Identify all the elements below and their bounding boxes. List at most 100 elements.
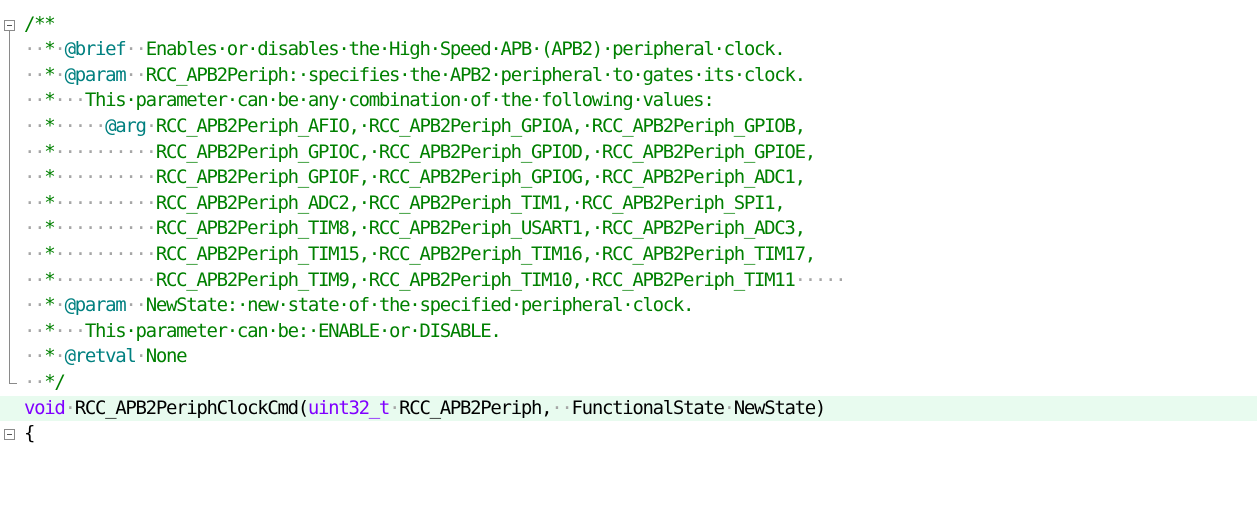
code-token: RCC_APB2Periph_AFIO,·RCC_APB2Periph_GPIO… (155, 115, 806, 137)
whitespace-marker: ·· (24, 294, 46, 317)
fold-gutter (0, 88, 22, 114)
editor-line[interactable]: /** (0, 12, 1257, 38)
code-token: { (24, 422, 35, 445)
whitespace-marker: ·········· (54, 166, 157, 189)
whitespace-marker: ·· (24, 115, 46, 137)
whitespace-marker: · (54, 345, 65, 368)
code-token: */ (44, 371, 66, 393)
code-token: * (44, 166, 55, 189)
code-token: * (44, 243, 55, 265)
whitespace-marker: · (723, 396, 735, 419)
code-token: @brief (64, 38, 127, 61)
whitespace-marker: · (54, 63, 65, 86)
code-token: * (44, 268, 55, 291)
fold-gutter (0, 12, 22, 38)
whitespace-marker: ·· (24, 38, 46, 61)
code-token: RCC_APB2Periph_GPIOC,·RCC_APB2Periph_GPI… (155, 140, 816, 163)
whitespace-marker: · (145, 115, 157, 137)
code-token: * (44, 217, 55, 240)
whitespace-marker: ·· (24, 89, 46, 112)
whitespace-marker: ··· (54, 319, 86, 342)
whitespace-marker: ·········· (54, 268, 157, 291)
code-token: @retval (64, 345, 137, 368)
fold-guide-line (9, 318, 10, 345)
code-token: This·parameter·can·be:·ENABLE·or·DISABLE… (84, 319, 502, 342)
fold-gutter (0, 421, 22, 447)
line-code: ··*··········RCC_APB2Periph_GPIOC,·RCC_A… (24, 140, 816, 166)
editor-line[interactable]: ··*·····@arg·RCC_APB2Periph_AFIO,·RCC_AP… (0, 114, 1257, 140)
editor-line[interactable]: ··*··········RCC_APB2Periph_TIM9,·RCC_AP… (0, 267, 1257, 294)
line-code: ··*/ (24, 370, 66, 396)
whitespace-marker: ····· (794, 268, 847, 291)
fold-gutter (0, 139, 22, 166)
editor-line[interactable]: ··*···This·parameter·can·be·any·combinat… (0, 88, 1257, 114)
line-code: ··*·····@arg·RCC_APB2Periph_AFIO,·RCC_AP… (24, 114, 806, 140)
fold-gutter (0, 62, 22, 89)
code-token: RCC_APB2Periph:·specifies·the·APB2·perip… (145, 63, 806, 86)
code-token: * (44, 89, 55, 112)
editor-line[interactable]: ··*··········RCC_APB2Periph_GPIOC,·RCC_A… (0, 139, 1257, 166)
fold-guide-line (9, 242, 10, 268)
fold-gutter (0, 0, 22, 12)
fold-guide-line (9, 267, 10, 294)
whitespace-marker: ·· (24, 217, 46, 240)
line-code: ··*···This·parameter·can·be·any·combinat… (24, 88, 715, 114)
editor-line[interactable]: ··*/ (0, 370, 1257, 396)
whitespace-marker: ·· (24, 268, 46, 291)
code-editor[interactable]: /** ··*·@brief··Enables·or·disables·the·H… (0, 0, 1257, 507)
editor-line[interactable]: ··*·@param··RCC_APB2Periph:·specifies·th… (0, 62, 1257, 89)
fold-gutter (0, 370, 22, 396)
editor-line[interactable]: { (0, 421, 1257, 447)
line-code: void·RCC_APB2PeriphClockCmd(uint32_t·RCC… (24, 396, 827, 422)
fold-end-marker (9, 370, 17, 384)
whitespace-marker: ····· (54, 115, 106, 137)
whitespace-marker: ·· (24, 191, 46, 214)
line-code: ··*···This·parameter·can·be:·ENABLE·or·D… (24, 319, 502, 345)
fold-guide-line (9, 88, 10, 114)
fold-guide-line (9, 165, 10, 191)
whitespace-marker: ·· (125, 294, 147, 317)
editor-line[interactable]: ··*··········RCC_APB2Periph_GPIOF,·RCC_A… (0, 165, 1257, 191)
editor-line[interactable]: ··*··········RCC_APB2Periph_TIM15,·RCC_A… (0, 242, 1257, 268)
code-token: NewState) (733, 396, 827, 419)
whitespace-marker: · (54, 38, 65, 61)
editor-line[interactable]: ··*···This·parameter·can·be:·ENABLE·or·D… (0, 318, 1257, 345)
line-code: ··*··········RCC_APB2Periph_GPIOF,·RCC_A… (24, 165, 806, 191)
editor-line[interactable]: ··*·@param··NewState:·new·state·of·the·s… (0, 293, 1257, 319)
editor-line[interactable]: void·RCC_APB2PeriphClockCmd(uint32_t·RCC… (0, 395, 1257, 422)
editor-line[interactable]: ··*··········RCC_APB2Periph_ADC2,·RCC_AP… (0, 190, 1257, 217)
fold-gutter (0, 293, 22, 319)
editor-line[interactable]: ··*··········RCC_APB2Periph_TIM8,·RCC_AP… (0, 216, 1257, 242)
code-token: RCC_APB2Periph_ADC2,·RCC_APB2Periph_TIM1… (155, 191, 786, 214)
fold-collapse-icon[interactable] (4, 429, 15, 441)
line-code: { (24, 421, 35, 447)
code-token: uint32_t (307, 396, 390, 419)
editor-line[interactable]: ··*·@brief··Enables·or·disables·the·High… (0, 37, 1257, 63)
fold-gutter (0, 242, 22, 268)
fold-gutter (0, 165, 22, 191)
code-token: /** (24, 12, 56, 35)
code-token: @param (64, 294, 127, 317)
whitespace-marker: ·· (125, 38, 147, 61)
code-token: FunctionalState (571, 396, 725, 419)
line-code: ··*··········RCC_APB2Periph_ADC2,·RCC_AP… (24, 191, 786, 217)
whitespace-marker: ·· (24, 371, 46, 393)
whitespace-marker: ·· (551, 396, 573, 419)
code-token: @param (64, 63, 127, 86)
line-code: ··*·@param··RCC_APB2Periph:·specifies·th… (24, 63, 806, 89)
whitespace-marker: ·· (24, 140, 46, 163)
line-code: ··*··········RCC_APB2Periph_TIM9,·RCC_AP… (24, 268, 847, 294)
code-token: * (44, 345, 55, 368)
code-token: RCC_APB2Periph, (399, 396, 552, 419)
code-token: * (44, 191, 55, 214)
editor-line[interactable]: ··*·@retval·None (0, 344, 1257, 370)
fold-collapse-icon[interactable] (4, 19, 15, 31)
code-token: RCC_APB2PeriphClockCmd( (74, 396, 310, 419)
fold-gutter (0, 396, 22, 422)
editor-line-stub[interactable] (0, 0, 1257, 12)
whitespace-marker: ·· (24, 319, 46, 342)
whitespace-marker: · (389, 396, 400, 419)
code-token: Enables·or·disables·the·High·Speed·APB·(… (145, 38, 786, 61)
whitespace-marker: ·· (125, 63, 147, 86)
fold-gutter (0, 344, 22, 370)
